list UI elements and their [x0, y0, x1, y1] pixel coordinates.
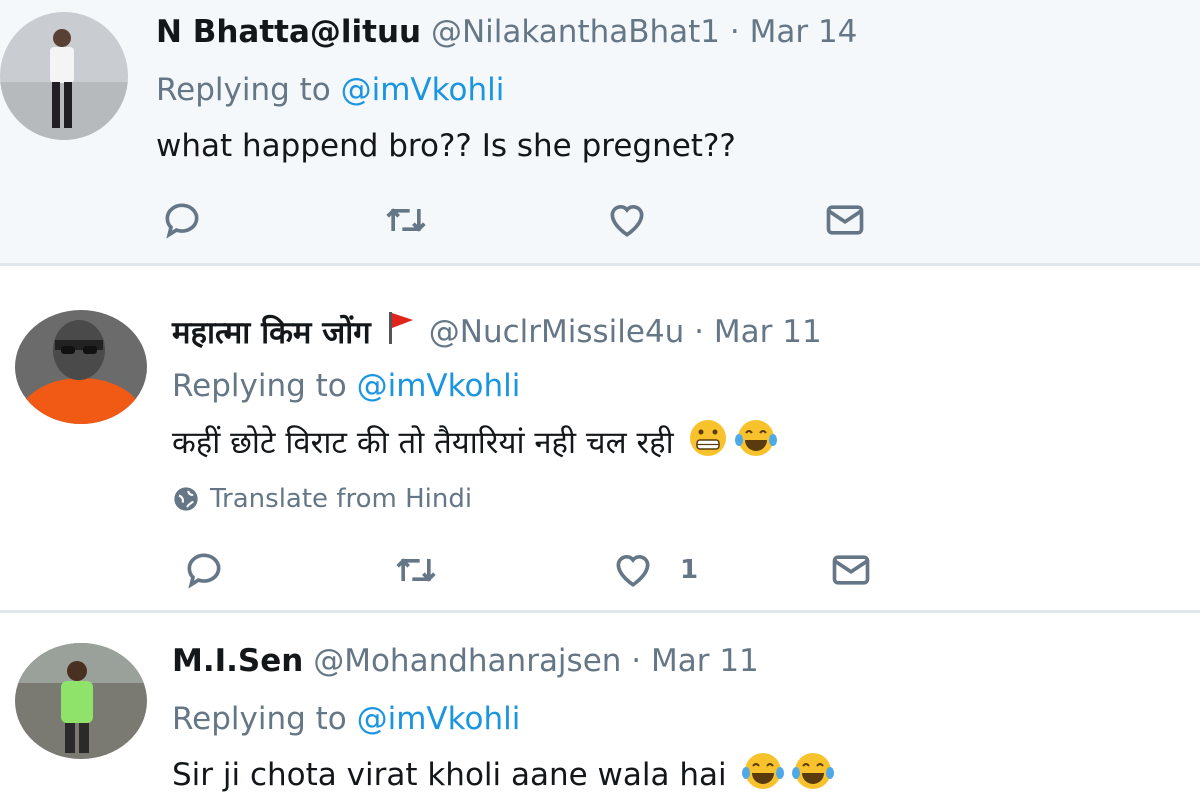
retweet-button[interactable]: [382, 198, 430, 242]
replying-prefix: Replying to: [172, 701, 357, 737]
like-count: 1: [680, 555, 699, 585]
retweet-button[interactable]: [392, 548, 440, 592]
mail-icon: [832, 555, 870, 585]
display-name[interactable]: महात्मा किम जोंग: [172, 311, 371, 353]
reply-icon: [187, 553, 221, 589]
user-handle[interactable]: @Mohandhanrajsen: [313, 643, 621, 679]
avatar[interactable]: [0, 12, 128, 140]
user-handle[interactable]: @NilakanthaBhat1: [431, 14, 720, 50]
heart-icon: [610, 205, 644, 237]
laughing-tears-emoji: [741, 751, 785, 799]
tweet-header: N Bhatta@lituu @NilakanthaBhat1 · Mar 14: [156, 14, 857, 50]
direct-message-button[interactable]: [828, 548, 874, 592]
tweet-text-row: कहीं छोटे विराट की तो तैयारियां नही चल र…: [172, 418, 778, 466]
replying-handle-link[interactable]: @imVkohli: [341, 72, 505, 108]
replying-prefix: Replying to: [156, 72, 341, 108]
avatar[interactable]: [15, 643, 147, 759]
tweet-text: what happend bro?? Is she pregnet??: [156, 128, 736, 164]
tweet-reply-1[interactable]: N Bhatta@lituu @NilakanthaBhat1 · Mar 14…: [0, 0, 1200, 266]
replying-to: Replying to @imVkohli: [156, 72, 504, 108]
laughing-tears-emoji: [791, 751, 835, 799]
laughing-tears-emoji: [734, 418, 778, 466]
tweet-header: महात्मा किम जोंग @NuclrMissile4u · Mar 1…: [172, 310, 822, 354]
tweet-actions: 1: [182, 548, 882, 592]
heart-icon: [616, 555, 650, 587]
separator: ·: [720, 14, 750, 50]
display-name[interactable]: N Bhatta@lituu: [156, 14, 421, 50]
grimacing-face-emoji: [688, 418, 728, 466]
replying-handle-link[interactable]: @imVkohli: [357, 701, 521, 737]
avatar[interactable]: [15, 310, 147, 424]
direct-message-button[interactable]: [822, 198, 868, 242]
replying-to: Replying to @imVkohli: [172, 701, 520, 737]
like-button[interactable]: 1: [610, 548, 698, 592]
replying-prefix: Replying to: [172, 368, 357, 404]
separator: ·: [684, 314, 714, 350]
like-button[interactable]: [604, 198, 650, 242]
replying-to: Replying to @imVkohli: [172, 368, 520, 404]
translate-link[interactable]: Translate from Hindi: [172, 484, 472, 514]
replying-handle-link[interactable]: @imVkohli: [357, 368, 521, 404]
tweet-text: कहीं छोटे विराट की तो तैयारियां नही चल र…: [172, 425, 674, 461]
tweet-date[interactable]: Mar 11: [651, 643, 759, 679]
tweet-text-row: Sir ji chota virat kholi aane wala hai: [172, 751, 835, 799]
tweet-header: M.I.Sen @Mohandhanrajsen · Mar 11: [172, 643, 759, 679]
display-name[interactable]: M.I.Sen: [172, 643, 303, 679]
retweet-icon: [396, 558, 436, 582]
retweet-icon: [386, 208, 426, 232]
tweet-date[interactable]: Mar 11: [714, 314, 822, 350]
separator: ·: [621, 643, 651, 679]
tweet-reply-3[interactable]: M.I.Sen @Mohandhanrajsen · Mar 11 Replyi…: [0, 613, 1200, 810]
tweet-reply-2[interactable]: महात्मा किम जोंग @NuclrMissile4u · Mar 1…: [0, 266, 1200, 613]
tweet-text: Sir ji chota virat kholi aane wala hai: [172, 757, 727, 793]
mail-icon: [826, 205, 864, 235]
globe-icon: [174, 487, 198, 511]
reply-icon: [165, 203, 199, 239]
tweet-date[interactable]: Mar 14: [750, 14, 858, 50]
user-handle[interactable]: @NuclrMissile4u: [429, 314, 685, 350]
tweet-actions: [160, 198, 880, 242]
red-flag-icon: [385, 310, 415, 354]
reply-button[interactable]: [182, 548, 226, 592]
translate-label[interactable]: Translate from Hindi: [210, 484, 472, 514]
reply-button[interactable]: [160, 198, 204, 242]
